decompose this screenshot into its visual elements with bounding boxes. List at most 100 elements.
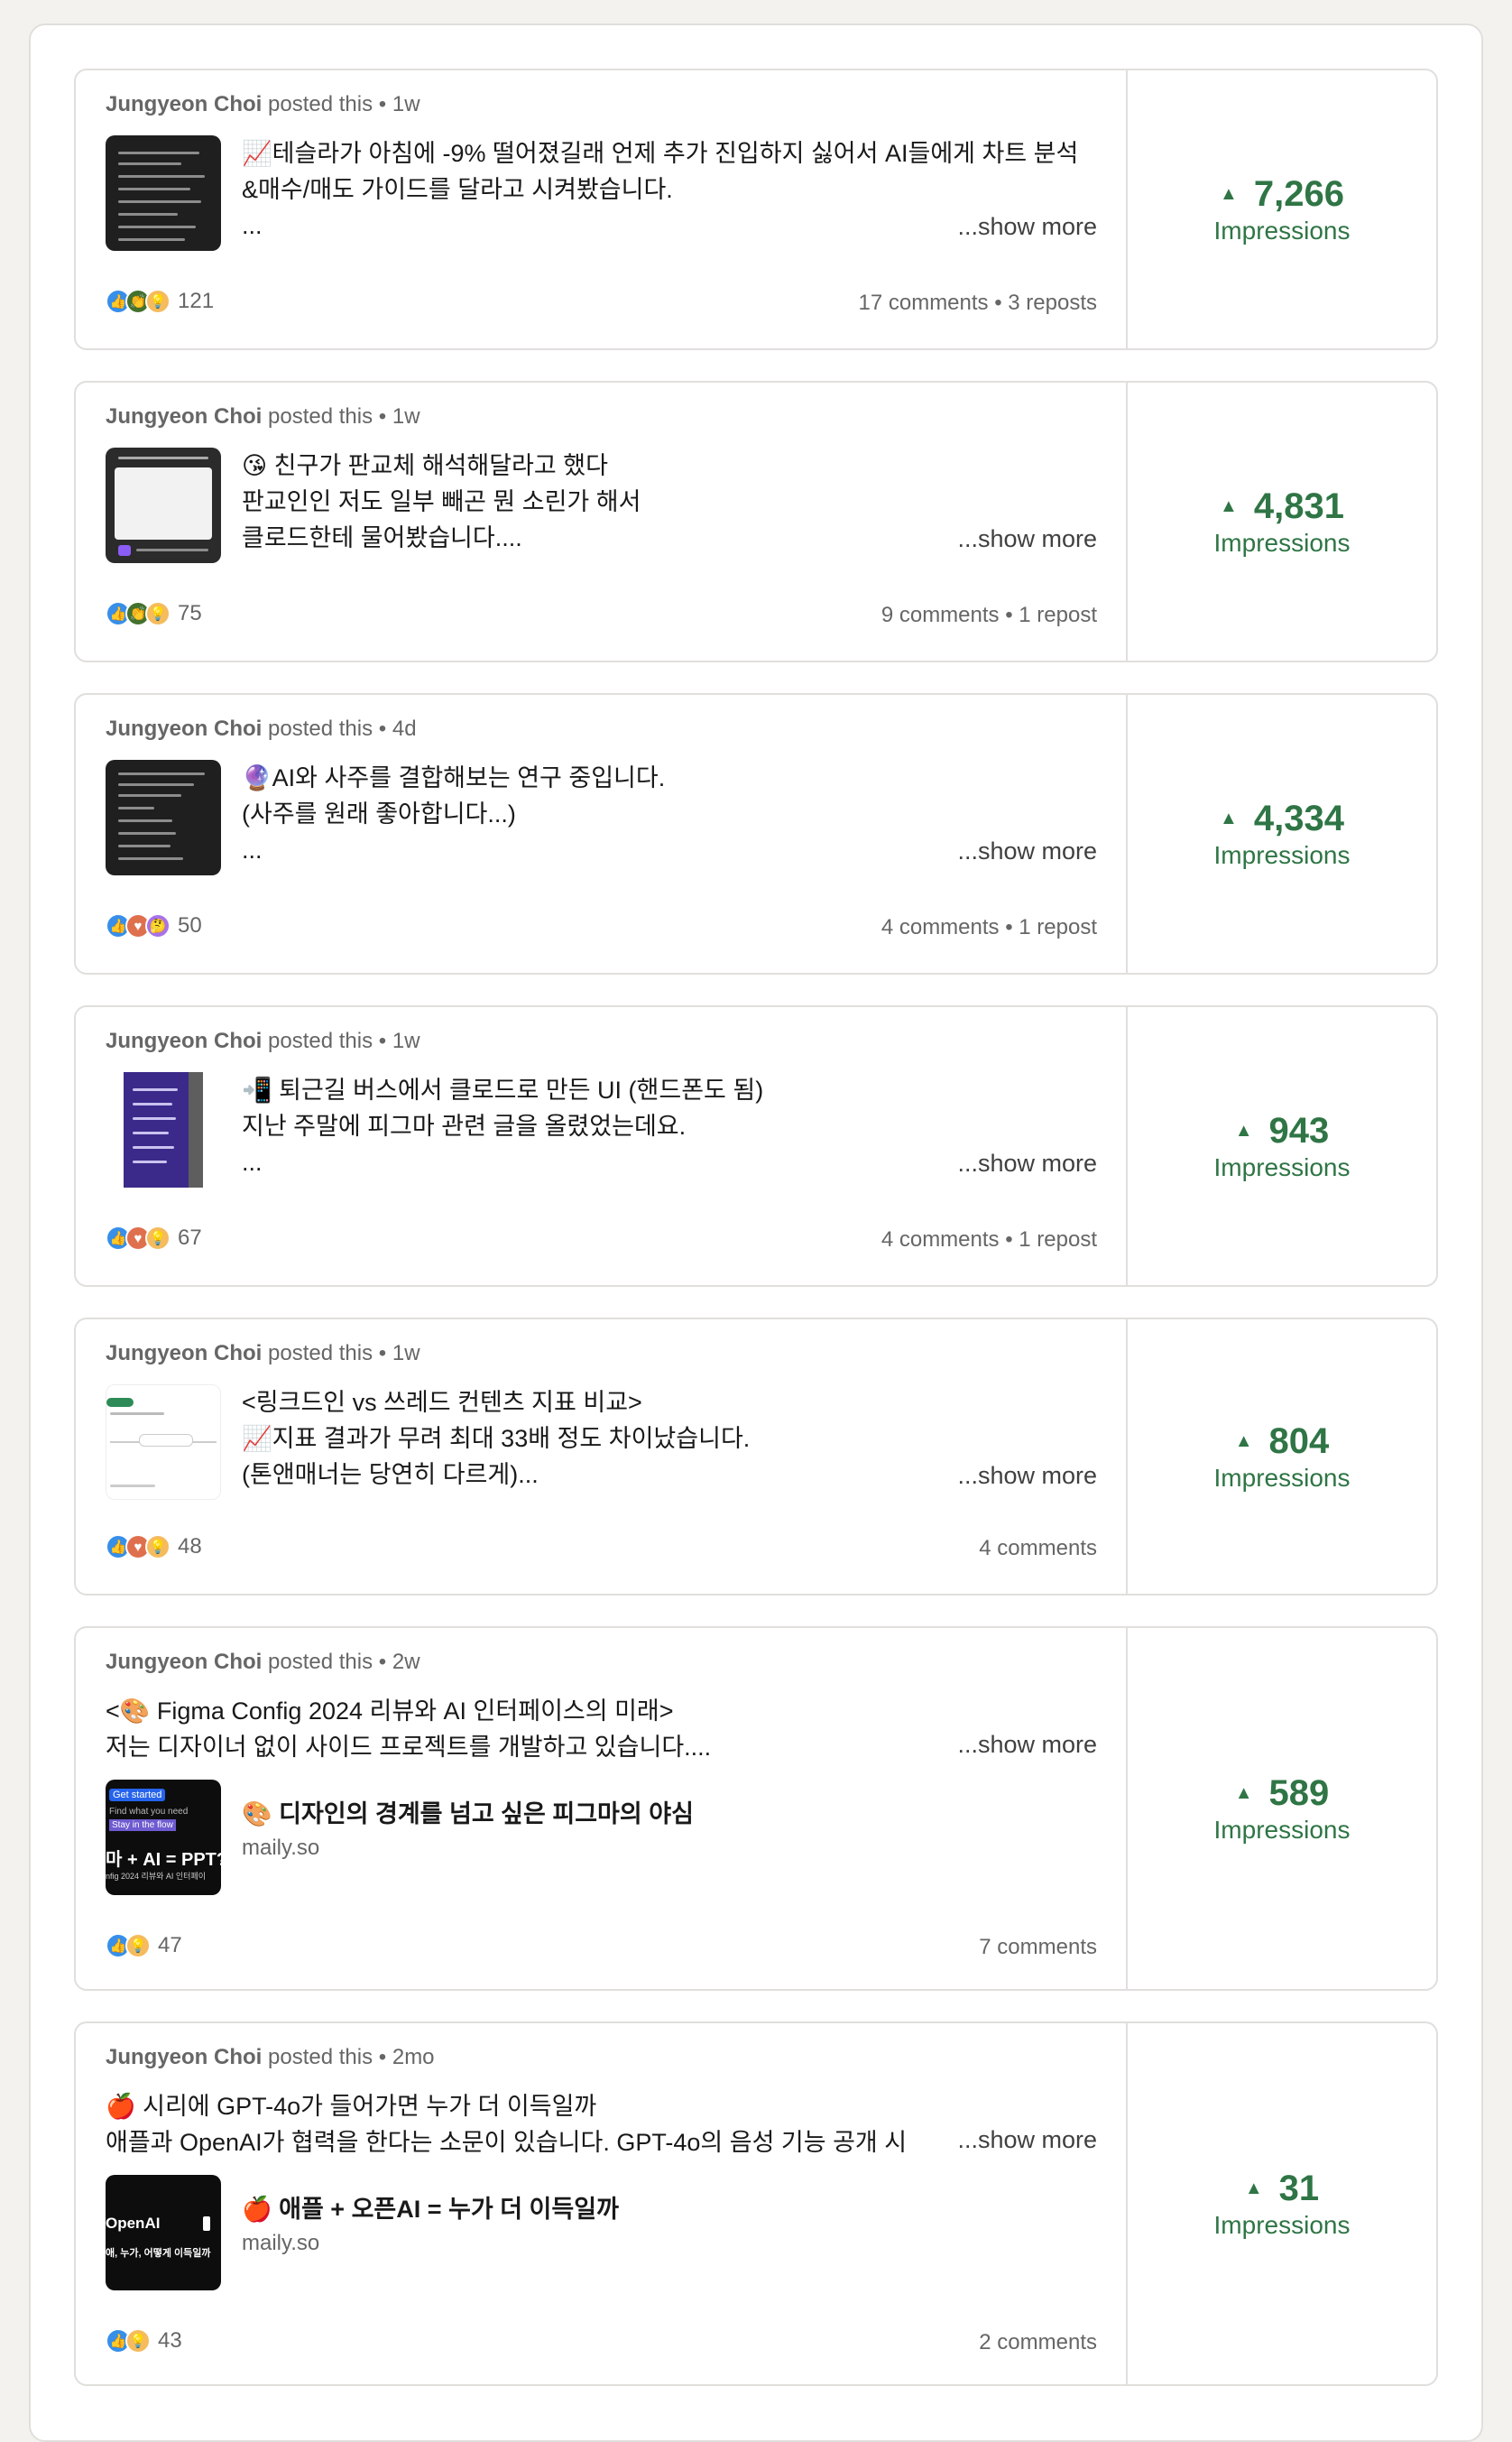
reactions[interactable]: 👍 💡 47 — [106, 1933, 182, 1958]
impressions-box[interactable]: ▲ 589 Impressions — [1128, 1628, 1436, 1989]
post-card[interactable]: Jungyeon Choi posted this • 1w <링크드인 vs … — [74, 1318, 1438, 1596]
post-meta[interactable]: 4 comments — [979, 1536, 1097, 1561]
impressions-value-row: ▲ 804 — [1235, 1421, 1330, 1462]
impressions-label: Impressions — [1213, 2210, 1351, 2239]
post-thumbnail[interactable] — [106, 135, 221, 251]
link-thumb-text: Find what you need — [109, 1807, 189, 1817]
author-name[interactable]: Jungyeon Choi — [106, 717, 262, 741]
post-content[interactable]: Jungyeon Choi posted this • 1w 📈테슬라가 아침에… — [76, 70, 1128, 348]
post-content[interactable]: Jungyeon Choi posted this • 1w 📲 퇴근길 버스에… — [76, 1007, 1128, 1285]
post-byline: Jungyeon Choi posted this • 1w — [106, 92, 420, 116]
author-name[interactable]: Jungyeon Choi — [106, 1029, 262, 1053]
up-triangle-icon: ▲ — [1234, 1782, 1253, 1803]
post-text-line: <링크드인 vs 쓰레드 컨텐츠 지표 비교> — [242, 1389, 642, 1416]
show-more-link[interactable]: ...show more — [950, 213, 1097, 241]
reactions[interactable]: 👍 💡 43 — [106, 2328, 182, 2354]
author-name[interactable]: Jungyeon Choi — [106, 1341, 262, 1365]
post-thumbnail[interactable] — [106, 760, 221, 875]
lightbulb-icon: 💡 — [125, 1933, 151, 1958]
reactions[interactable]: 👍 👏 💡 75 — [106, 601, 202, 626]
reaction-count[interactable]: 43 — [158, 2328, 182, 2354]
show-more-link[interactable]: ...show more — [950, 525, 1097, 553]
impressions-value-row: ▲ 4,831 — [1220, 486, 1344, 527]
post-meta[interactable]: 4 comments • 1 repost — [881, 1227, 1097, 1253]
post-thumbnail[interactable] — [106, 1072, 221, 1188]
link-thumb-text: 애, 누가, 어떻게 이득일까 — [106, 2248, 211, 2259]
post-card[interactable]: Jungyeon Choi posted this • 1w 📲 퇴근길 버스에… — [74, 1005, 1438, 1287]
reactions[interactable]: 👍 ♥ 💡 67 — [106, 1226, 202, 1251]
show-more-link[interactable]: ...show more — [950, 1150, 1097, 1178]
post-card[interactable]: Jungyeon Choi posted this • 2mo 🍎 시리에 GP… — [74, 2021, 1438, 2386]
show-more-link[interactable]: ...show more — [950, 1731, 1097, 1759]
show-more-link[interactable]: ...show more — [950, 837, 1097, 865]
impressions-box[interactable]: ▲ 943 Impressions — [1128, 1007, 1436, 1285]
link-domain: maily.so — [242, 1836, 320, 1860]
reaction-count[interactable]: 75 — [178, 601, 202, 626]
link-thumb-text: Get started — [109, 1789, 166, 1801]
author-name[interactable]: Jungyeon Choi — [106, 2045, 262, 2069]
post-content[interactable]: Jungyeon Choi posted this • 2mo 🍎 시리에 GP… — [76, 2023, 1128, 2384]
reaction-count[interactable]: 121 — [178, 289, 214, 314]
up-triangle-icon: ▲ — [1244, 2178, 1263, 2198]
post-meta[interactable]: 4 comments • 1 repost — [881, 915, 1097, 940]
reaction-count[interactable]: 48 — [178, 1534, 202, 1559]
reactions[interactable]: 👍 ♥ 🤔 50 — [106, 913, 202, 939]
link-thumbnail[interactable]: Get started Find what you need Stay in t… — [106, 1780, 221, 1895]
author-name[interactable]: Jungyeon Choi — [106, 1650, 262, 1674]
post-content[interactable]: Jungyeon Choi posted this • 1w <링크드인 vs … — [76, 1319, 1128, 1594]
impressions-value-row: ▲ 7,266 — [1220, 174, 1344, 215]
post-text-line: 📈테슬라가 아침에 -9% 떨어졌길래 언제 추가 진입하지 싫어서 AI들에게… — [242, 140, 1079, 167]
impressions-box[interactable]: ▲ 7,266 Impressions — [1128, 70, 1436, 348]
reactions[interactable]: 👍 ♥ 💡 48 — [106, 1534, 202, 1559]
impressions-count: 943 — [1268, 1110, 1330, 1151]
impressions-value-row: ▲ 4,334 — [1220, 799, 1344, 839]
post-card[interactable]: Jungyeon Choi posted this • 1w 📈테슬라가 아침에… — [74, 69, 1438, 350]
post-byline: Jungyeon Choi posted this • 2w — [106, 1650, 420, 1674]
post-meta[interactable]: 2 comments — [979, 2330, 1097, 2355]
thinking-icon: 🤔 — [145, 913, 171, 939]
show-more-link[interactable]: ...show more — [950, 2126, 1097, 2154]
post-card[interactable]: Jungyeon Choi posted this • 1w 😘 친구가 판교체… — [74, 381, 1438, 662]
post-meta[interactable]: 17 comments • 3 reposts — [858, 291, 1097, 316]
impressions-count: 4,831 — [1253, 486, 1344, 526]
reactions[interactable]: 👍 👏 💡 121 — [106, 289, 214, 314]
up-triangle-icon: ▲ — [1220, 808, 1238, 828]
post-text-line: 애플과 OpenAI가 협력을 한다는 소문이 있습니다. GPT-4o의 음성… — [106, 2129, 908, 2156]
post-thumbnail[interactable] — [106, 448, 221, 563]
link-title[interactable]: 🎨 디자인의 경계를 넘고 싶은 피그마의 야심 — [242, 1794, 694, 1829]
post-text-line: &매수/매도 가이드를 달라고 시켜봤습니다. — [242, 176, 673, 203]
link-thumbnail[interactable]: OpenAI 애, 누가, 어떻게 이득일까 — [106, 2175, 221, 2290]
post-text-line: 😘 친구가 판교체 해석해달라고 했다 — [242, 452, 608, 479]
author-name[interactable]: Jungyeon Choi — [106, 92, 262, 116]
impressions-label: Impressions — [1213, 1815, 1351, 1844]
post-text-line: (사주를 원래 좋아합니다...) — [242, 800, 516, 828]
impressions-box[interactable]: ▲ 4,334 Impressions — [1128, 695, 1436, 973]
impressions-box[interactable]: ▲ 804 Impressions — [1128, 1319, 1436, 1594]
show-more-link[interactable]: ...show more — [950, 1462, 1097, 1490]
post-meta[interactable]: 9 comments • 1 repost — [881, 603, 1097, 628]
link-title[interactable]: 🍎 애플 + 오픈AI = 누가 더 이득일까 — [242, 2189, 619, 2225]
post-age: 2w — [392, 1650, 420, 1674]
link-thumb-text: OpenAI — [106, 2215, 161, 2232]
impressions-count: 4,334 — [1253, 798, 1344, 838]
post-meta[interactable]: 7 comments — [979, 1935, 1097, 1960]
impressions-label: Impressions — [1213, 216, 1351, 245]
post-content[interactable]: Jungyeon Choi posted this • 1w 😘 친구가 판교체… — [76, 383, 1128, 661]
reaction-count[interactable]: 50 — [178, 913, 202, 939]
impressions-box[interactable]: ▲ 31 Impressions — [1128, 2023, 1436, 2384]
author-name[interactable]: Jungyeon Choi — [106, 404, 262, 429]
link-domain: maily.so — [242, 2231, 320, 2255]
post-card[interactable]: Jungyeon Choi posted this • 4d 🔮AI와 사주를 … — [74, 693, 1438, 975]
impressions-value-row: ▲ 943 — [1235, 1111, 1330, 1152]
reaction-count[interactable]: 67 — [178, 1226, 202, 1251]
posted-label: posted this — [268, 717, 373, 741]
post-content[interactable]: Jungyeon Choi posted this • 2w <🎨 Figma … — [76, 1628, 1128, 1989]
impressions-box[interactable]: ▲ 4,831 Impressions — [1128, 383, 1436, 661]
post-age: 1w — [392, 92, 420, 116]
reaction-count[interactable]: 47 — [158, 1933, 182, 1958]
post-thumbnail[interactable] — [106, 1384, 221, 1500]
post-content[interactable]: Jungyeon Choi posted this • 4d 🔮AI와 사주를 … — [76, 695, 1128, 973]
posted-label: posted this — [268, 92, 373, 116]
post-byline: Jungyeon Choi posted this • 1w — [106, 1029, 420, 1053]
post-card[interactable]: Jungyeon Choi posted this • 2w <🎨 Figma … — [74, 1626, 1438, 1991]
